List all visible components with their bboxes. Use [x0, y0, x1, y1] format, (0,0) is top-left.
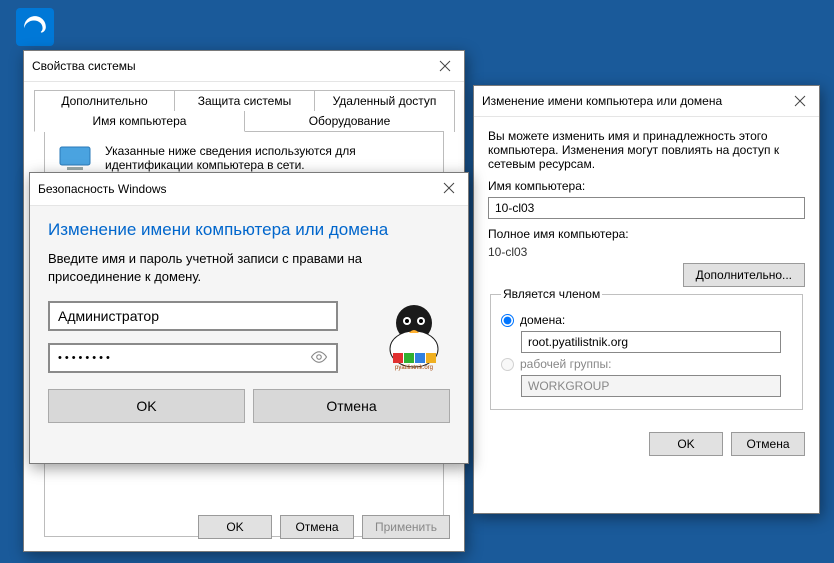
- info-text: Указанные ниже сведения используются для…: [105, 144, 431, 172]
- edge-icon: [16, 8, 54, 46]
- cancel-button[interactable]: Отмена: [731, 432, 805, 456]
- close-icon[interactable]: [430, 173, 468, 203]
- name-label: Имя компьютера:: [488, 179, 805, 193]
- titlebar[interactable]: Свойства системы: [24, 51, 464, 82]
- additional-button[interactable]: Дополнительно...: [683, 263, 805, 287]
- tab-advanced[interactable]: Дополнительно: [34, 90, 175, 111]
- close-icon[interactable]: [781, 86, 819, 116]
- dialog-buttons: OK Отмена Применить: [198, 515, 450, 539]
- password-mask: ••••••••: [58, 352, 113, 364]
- titlebar[interactable]: Изменение имени компьютера или домена: [474, 86, 819, 117]
- member-legend: Является членом: [501, 287, 602, 301]
- username-input[interactable]: [48, 301, 338, 331]
- fqdn-label: Полное имя компьютера:: [488, 227, 805, 241]
- radio-domain[interactable]: домена:: [501, 313, 792, 327]
- tab-protection[interactable]: Защита системы: [174, 90, 315, 111]
- ok-button[interactable]: OK: [48, 389, 245, 423]
- cancel-button[interactable]: Отмена: [253, 389, 450, 423]
- window-title: Безопасность Windows: [38, 182, 460, 196]
- tab-computer-name[interactable]: Имя компьютера: [34, 111, 245, 132]
- ok-button[interactable]: OK: [649, 432, 723, 456]
- computer-name-input[interactable]: [488, 197, 805, 219]
- credential-instruction: Введите имя и пароль учетной записи с пр…: [48, 250, 450, 285]
- tab-remote[interactable]: Удаленный доступ: [314, 90, 455, 111]
- password-input[interactable]: ••••••••: [48, 343, 338, 373]
- workgroup-input: [521, 375, 781, 397]
- intro-text: Вы можете изменить имя и принадлежность …: [488, 129, 805, 171]
- radio-workgroup[interactable]: рабочей группы:: [501, 357, 792, 371]
- member-of-group: Является членом домена: рабочей группы:: [490, 287, 803, 410]
- fqdn-value: 10-cl03: [488, 245, 805, 259]
- computer-icon: [57, 144, 93, 174]
- credential-header: Изменение имени компьютера или домена: [48, 220, 450, 240]
- window-title: Свойства системы: [32, 59, 456, 73]
- account-picture: pyatilistnik.org: [378, 301, 450, 371]
- tab-hardware[interactable]: Оборудование: [244, 111, 455, 132]
- titlebar[interactable]: Безопасность Windows: [30, 173, 468, 206]
- credential-dialog: Безопасность Windows Изменение имени ком…: [29, 172, 469, 464]
- apply-button[interactable]: Применить: [362, 515, 450, 539]
- rename-computer-dialog: Изменение имени компьютера или домена Вы…: [473, 85, 820, 514]
- reveal-password-icon[interactable]: [310, 350, 328, 367]
- desktop-icon-edge[interactable]: [10, 8, 60, 49]
- svg-text:pyatilistnik.org: pyatilistnik.org: [395, 365, 433, 371]
- domain-input[interactable]: [521, 331, 781, 353]
- window-title: Изменение имени компьютера или домена: [482, 94, 811, 108]
- cancel-button[interactable]: Отмена: [280, 515, 354, 539]
- ok-button[interactable]: OK: [198, 515, 272, 539]
- close-icon[interactable]: [426, 51, 464, 81]
